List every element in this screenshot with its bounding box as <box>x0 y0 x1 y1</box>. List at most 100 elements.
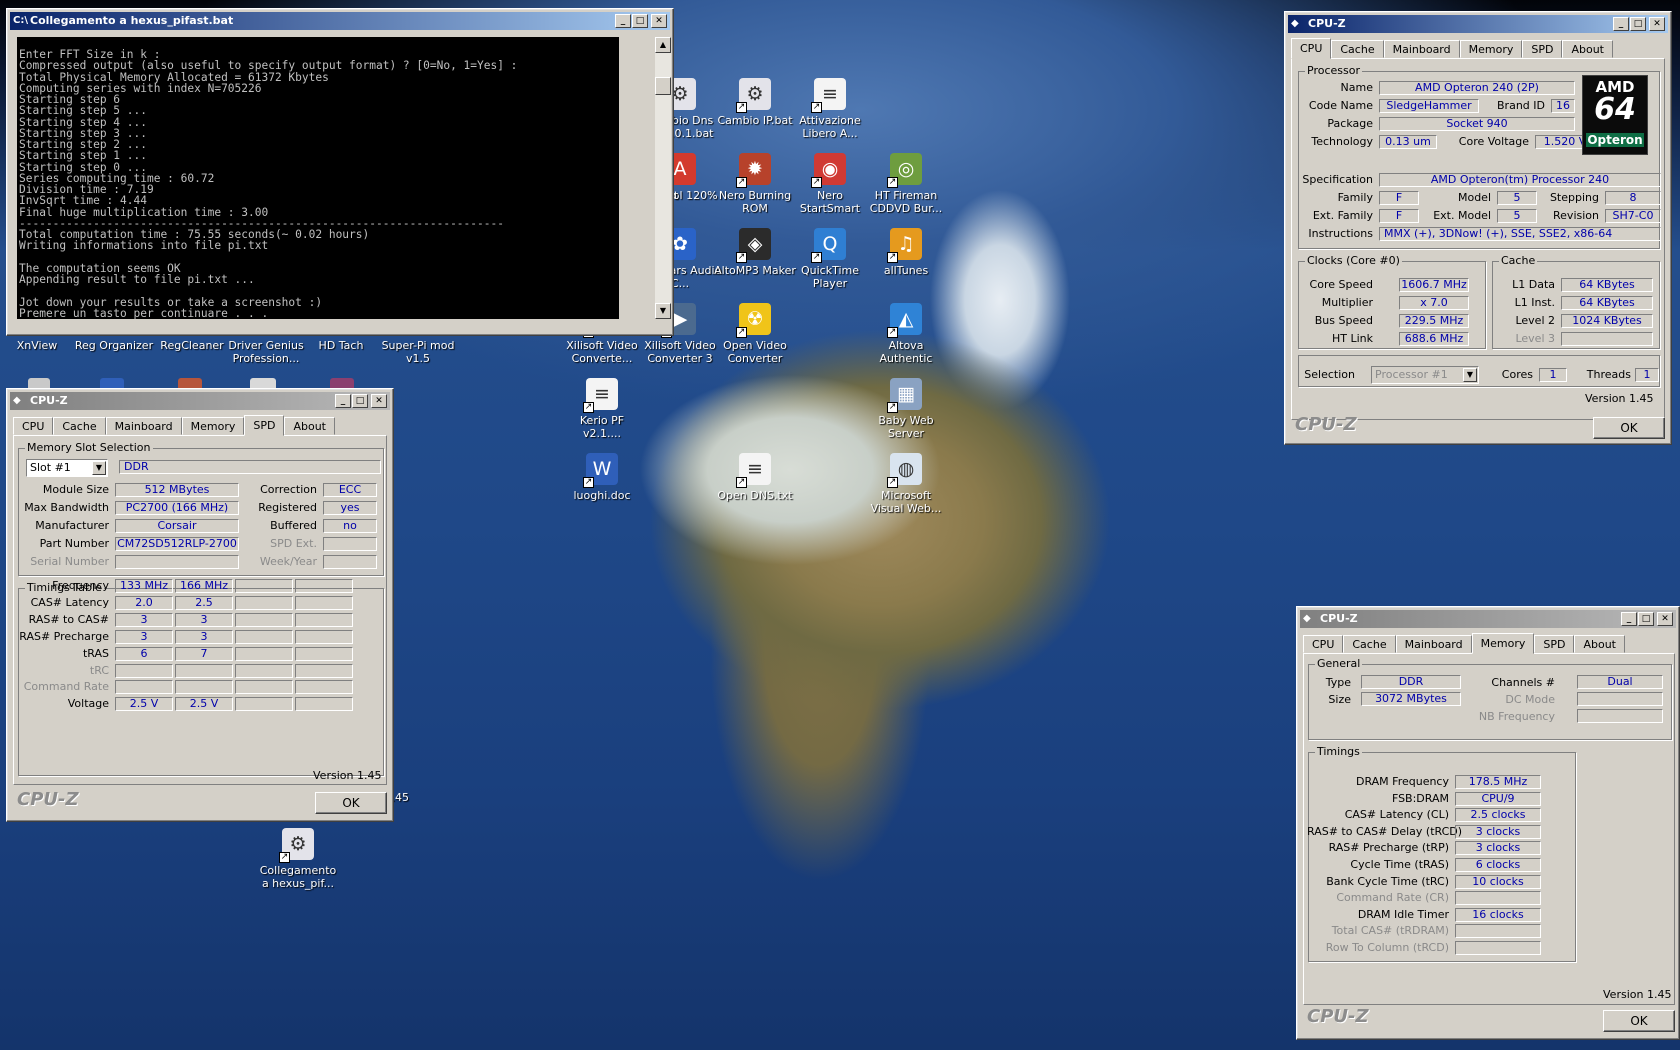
cores-value: 1 <box>1539 368 1567 382</box>
tab-memory[interactable]: Memory <box>181 417 245 435</box>
ok-button[interactable]: OK <box>315 792 387 814</box>
tab-cache[interactable]: Cache <box>53 417 106 435</box>
web-server-icon[interactable]: ▦ ↗ <box>887 378 922 413</box>
maximize-button[interactable]: □ <box>352 394 368 408</box>
ok-button[interactable]: OK <box>1593 417 1665 439</box>
desktop-icon[interactable]: ◈ ↗ AltoMP3 Maker <box>713 228 797 277</box>
desktop-icon-label[interactable]: Reg Organizer <box>74 339 154 352</box>
text-file-icon[interactable]: ≡ ↗ <box>736 453 771 488</box>
tab-memory[interactable]: Memory <box>1459 40 1523 58</box>
desktop-icon-label[interactable]: Super-Pi mod v1.5 <box>378 339 458 365</box>
desktop-icon[interactable]: ◉ ↗ Nero StartSmart <box>788 153 872 215</box>
altova-icon[interactable]: ◭ ↗ <box>887 303 922 338</box>
desktop-icon-label[interactable]: HD Tach <box>305 339 377 352</box>
mem-type-label: Type <box>1325 676 1351 689</box>
close-button[interactable]: ✕ <box>651 14 667 28</box>
nero-startsmart-icon[interactable]: ◉ ↗ <box>811 153 846 188</box>
tab-spd[interactable]: SPD <box>1522 40 1563 58</box>
desktop-icon[interactable]: W ↗ luoghi.doc <box>560 453 644 502</box>
correction-value: ECC <box>323 483 377 497</box>
desktop-icon[interactable]: ♫ ↗ allTunes <box>864 228 948 277</box>
scroll-up-arrow-icon[interactable]: ▲ <box>655 37 671 53</box>
minimize-button[interactable]: _ <box>615 14 631 28</box>
chevron-down-icon[interactable]: ▼ <box>1463 368 1477 382</box>
memory-timing-value <box>1455 924 1541 939</box>
word-doc-icon[interactable]: W ↗ <box>583 453 618 488</box>
text-file-icon[interactable]: ≡ ↗ <box>811 78 846 113</box>
desktop-icon[interactable]: ◎ ↗ HT Fireman CDDVD Bur... <box>864 153 948 215</box>
correction-label: Correction <box>260 483 317 496</box>
tab-about[interactable]: About <box>1562 40 1613 58</box>
tab-about[interactable]: About <box>1574 635 1625 653</box>
scroll-down-arrow-icon[interactable]: ▼ <box>655 303 671 319</box>
nero-icon[interactable]: ✹ ↗ <box>736 153 771 188</box>
console-window[interactable]: C:\ Collegamento a hexus_pifast.bat _ □ … <box>6 8 674 336</box>
quicktime-icon[interactable]: Q ↗ <box>811 228 846 263</box>
desktop-icon[interactable]: ☢ ↗ Open Video Converter <box>713 303 797 365</box>
minimize-button[interactable]: _ <box>1621 612 1637 626</box>
part-number-label: Part Number <box>39 537 109 550</box>
processor-select[interactable]: Processor #1 ▼ <box>1371 366 1479 384</box>
visual-web-icon[interactable]: ◍ ↗ <box>887 453 922 488</box>
tab-about[interactable]: About <box>284 417 335 435</box>
tab-cpu[interactable]: CPU <box>13 417 54 435</box>
tab-cache[interactable]: Cache <box>1331 40 1384 58</box>
close-button[interactable]: ✕ <box>1657 612 1673 626</box>
desktop-icon[interactable]: ◍ ↗ Microsoft Visual Web... <box>864 453 948 515</box>
maximize-button[interactable]: □ <box>1638 612 1654 626</box>
fireman-icon[interactable]: ◎ ↗ <box>887 153 922 188</box>
cpuz-title-bar[interactable]: ◆ CPU-Z _ □ ✕ <box>1288 15 1668 33</box>
name-label: Name <box>1340 81 1373 94</box>
console-output[interactable]: Enter FFT Size in k : Compressed output (… <box>17 37 619 319</box>
family-label: Family <box>1337 191 1373 204</box>
maximize-button[interactable]: □ <box>632 14 648 28</box>
tab-spd[interactable]: SPD <box>244 415 285 436</box>
desktop-icon[interactable]: ≡ ↗ Open DNS.txt <box>713 453 797 502</box>
desktop-icon[interactable]: ◭ ↗ Altova Authentic <box>864 303 948 365</box>
console-title-bar[interactable]: C:\ Collegamento a hexus_pifast.bat _ □ … <box>10 12 670 30</box>
tab-spd[interactable]: SPD <box>1534 635 1575 653</box>
minimize-button[interactable]: _ <box>335 394 351 408</box>
cpuz-title-bar[interactable]: ◆ CPU-Z _ □ ✕ <box>10 392 390 410</box>
cpuz-memory-window[interactable]: ◆ CPU-Z _ □ ✕ CPU Cache Mainboard Memory… <box>1296 606 1680 1040</box>
tab-mainboard[interactable]: Mainboard <box>105 417 182 435</box>
tab-cpu[interactable]: CPU <box>1303 635 1344 653</box>
core-speed-value: 1606.7 MHz <box>1399 278 1469 292</box>
batch-file-icon[interactable]: ⚙↗ <box>736 78 771 113</box>
ok-button[interactable]: OK <box>1603 1010 1675 1032</box>
slot-select[interactable]: Slot #1 ▼ <box>26 459 108 477</box>
cpuz-spd-window[interactable]: ◆ CPU-Z _ □ ✕ CPU Cache Mainboard Memory… <box>6 388 394 822</box>
shortcut-arrow-icon: ↗ <box>279 852 290 863</box>
text-file-icon[interactable]: ≡ ↗ <box>583 378 618 413</box>
tab-cache[interactable]: Cache <box>1343 635 1396 653</box>
close-button[interactable]: ✕ <box>1649 17 1665 31</box>
batch-file-icon[interactable]: ⚙↗ <box>279 828 314 863</box>
group-title: Timings <box>1315 745 1362 758</box>
tab-mainboard[interactable]: Mainboard <box>1383 40 1460 58</box>
desktop-icon[interactable]: Q ↗ QuickTime Player <box>788 228 872 290</box>
cpuz-cpu-window[interactable]: ◆ CPU-Z _ □ ✕ CPU Cache Mainboard Memory… <box>1284 11 1672 445</box>
desktop-icon[interactable]: ⚙ ↗ Collegamento a hexus_pif... <box>256 828 340 890</box>
altomp3-icon[interactable]: ◈ ↗ <box>736 228 771 263</box>
week-year-label: Week/Year <box>259 555 317 568</box>
cpuz-title-bar[interactable]: ◆ CPU-Z _ □ ✕ <box>1300 610 1676 628</box>
console-scrollbar[interactable]: ▲ ▼ <box>655 37 671 319</box>
desktop-icon-label[interactable]: RegCleaner <box>154 339 230 352</box>
tab-mainboard[interactable]: Mainboard <box>1395 635 1472 653</box>
scroll-thumb[interactable] <box>655 77 671 95</box>
maximize-button[interactable]: □ <box>1630 17 1646 31</box>
minimize-button[interactable]: _ <box>1613 17 1629 31</box>
alltunes-icon[interactable]: ♫ ↗ <box>887 228 922 263</box>
desktop-icon-label[interactable]: Driver Genius Profession... <box>228 339 304 365</box>
close-button[interactable]: ✕ <box>371 394 387 408</box>
desktop-icon[interactable]: ▦ ↗ Baby Web Server <box>864 378 948 440</box>
desktop-icon[interactable]: ≡ ↗ Kerio PF v2.1.... <box>560 378 644 440</box>
desktop-icon[interactable]: ≡ ↗ Attivazione Libero A... <box>788 78 872 140</box>
chevron-down-icon[interactable]: ▼ <box>92 461 106 475</box>
radiation-icon[interactable]: ☢ ↗ <box>736 303 771 338</box>
tab-cpu[interactable]: CPU <box>1291 38 1332 59</box>
tab-memory[interactable]: Memory <box>1471 633 1535 654</box>
desktop-icon-label[interactable]: XnView <box>0 339 74 352</box>
desktop-icon[interactable]: ⚙ ↗ Cambio IP.bat <box>713 78 797 127</box>
desktop-icon[interactable]: ✹ ↗ Nero Burning ROM <box>713 153 797 215</box>
